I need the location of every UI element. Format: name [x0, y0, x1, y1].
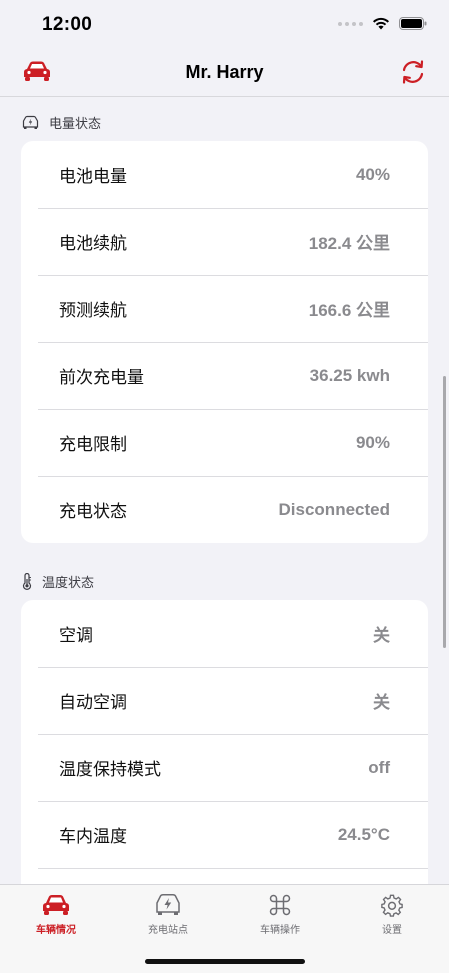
tab-settings[interactable]: 设置 [336, 893, 448, 936]
battery-charge-icon [22, 115, 39, 129]
tab-vehicle-status[interactable]: 车辆情况 [0, 893, 112, 936]
row-value: 24.5°C [337, 824, 390, 844]
row-label: 充电状态 [59, 502, 127, 521]
tab-label: 车辆情况 [36, 925, 76, 936]
row-value: 关 [373, 693, 390, 712]
scroll-indicator[interactable] [443, 376, 446, 648]
section-title: 电量状态 [49, 116, 102, 131]
list-row: 电池续航 182.4 公里 [21, 208, 428, 275]
tab-label: 充电站点 [148, 925, 188, 936]
row-value: 36.25 kwh [309, 365, 390, 385]
row-label: 前次充电量 [59, 368, 144, 387]
row-label: 空调 [59, 626, 93, 645]
row-value: 90% [355, 432, 390, 452]
row-label: 预测续航 [59, 301, 127, 320]
page-title: Mr. Harry [185, 62, 264, 82]
list-row: 电池电量 40% [21, 141, 428, 208]
section-title: 温度状态 [42, 575, 95, 590]
tab-label: 车辆操作 [260, 925, 300, 936]
cellular-signal-icon [338, 21, 363, 26]
row-value: Disconnected [278, 499, 390, 519]
wifi-icon [373, 17, 389, 30]
car-icon [43, 895, 69, 915]
tab-label: 设置 [382, 925, 402, 936]
refresh-button[interactable] [399, 58, 427, 91]
row-value: 40% [355, 164, 390, 184]
charging-station-icon [156, 894, 180, 915]
section-header-battery: 电量状态 [22, 113, 101, 132]
list-row: 空调 关 [21, 600, 428, 667]
gear-icon [381, 894, 403, 917]
row-value: 182.4 公里 [308, 234, 390, 253]
thermometer-icon [22, 573, 32, 590]
row-label: 电池续航 [59, 234, 127, 253]
list-row: 自动空调 关 [21, 667, 428, 734]
row-value: off [368, 757, 390, 777]
row-label: 充电限制 [59, 435, 127, 454]
section-header-temperature: 温度状态 [22, 572, 94, 591]
nav-header: Mr. Harry [0, 50, 449, 97]
status-bar: 12:00 [0, 0, 449, 50]
list-row: 车内温度 24.5°C [21, 801, 428, 868]
row-value: 关 [373, 626, 390, 645]
row-label: 自动空调 [59, 693, 127, 712]
list-row: 前次充电量 36.25 kwh [21, 342, 428, 409]
home-indicator[interactable] [145, 959, 305, 964]
row-label: 电池电量 [59, 167, 127, 186]
row-label: 车内温度 [59, 827, 127, 846]
tab-charging-stations[interactable]: 充电站点 [112, 893, 224, 936]
row-value: 166.6 公里 [308, 301, 390, 320]
tab-vehicle-controls[interactable]: 车辆操作 [224, 893, 336, 936]
status-icons [338, 17, 427, 30]
battery-status-card: 电池电量 40% 电池续航 182.4 公里 预测续航 166.6 公里 前次充电量 3… [21, 141, 428, 543]
list-row: 温度保持模式 off [21, 734, 428, 801]
list-row: 充电限制 90% [21, 409, 428, 476]
command-icon [269, 894, 291, 916]
list-row: 预测续航 166.6 公里 [21, 275, 428, 342]
battery-icon [399, 17, 427, 30]
list-row: 充电状态 Disconnected [21, 476, 428, 543]
row-label: 温度保持模式 [59, 760, 161, 779]
refresh-icon [402, 60, 424, 84]
status-time: 12:00 [42, 14, 93, 35]
